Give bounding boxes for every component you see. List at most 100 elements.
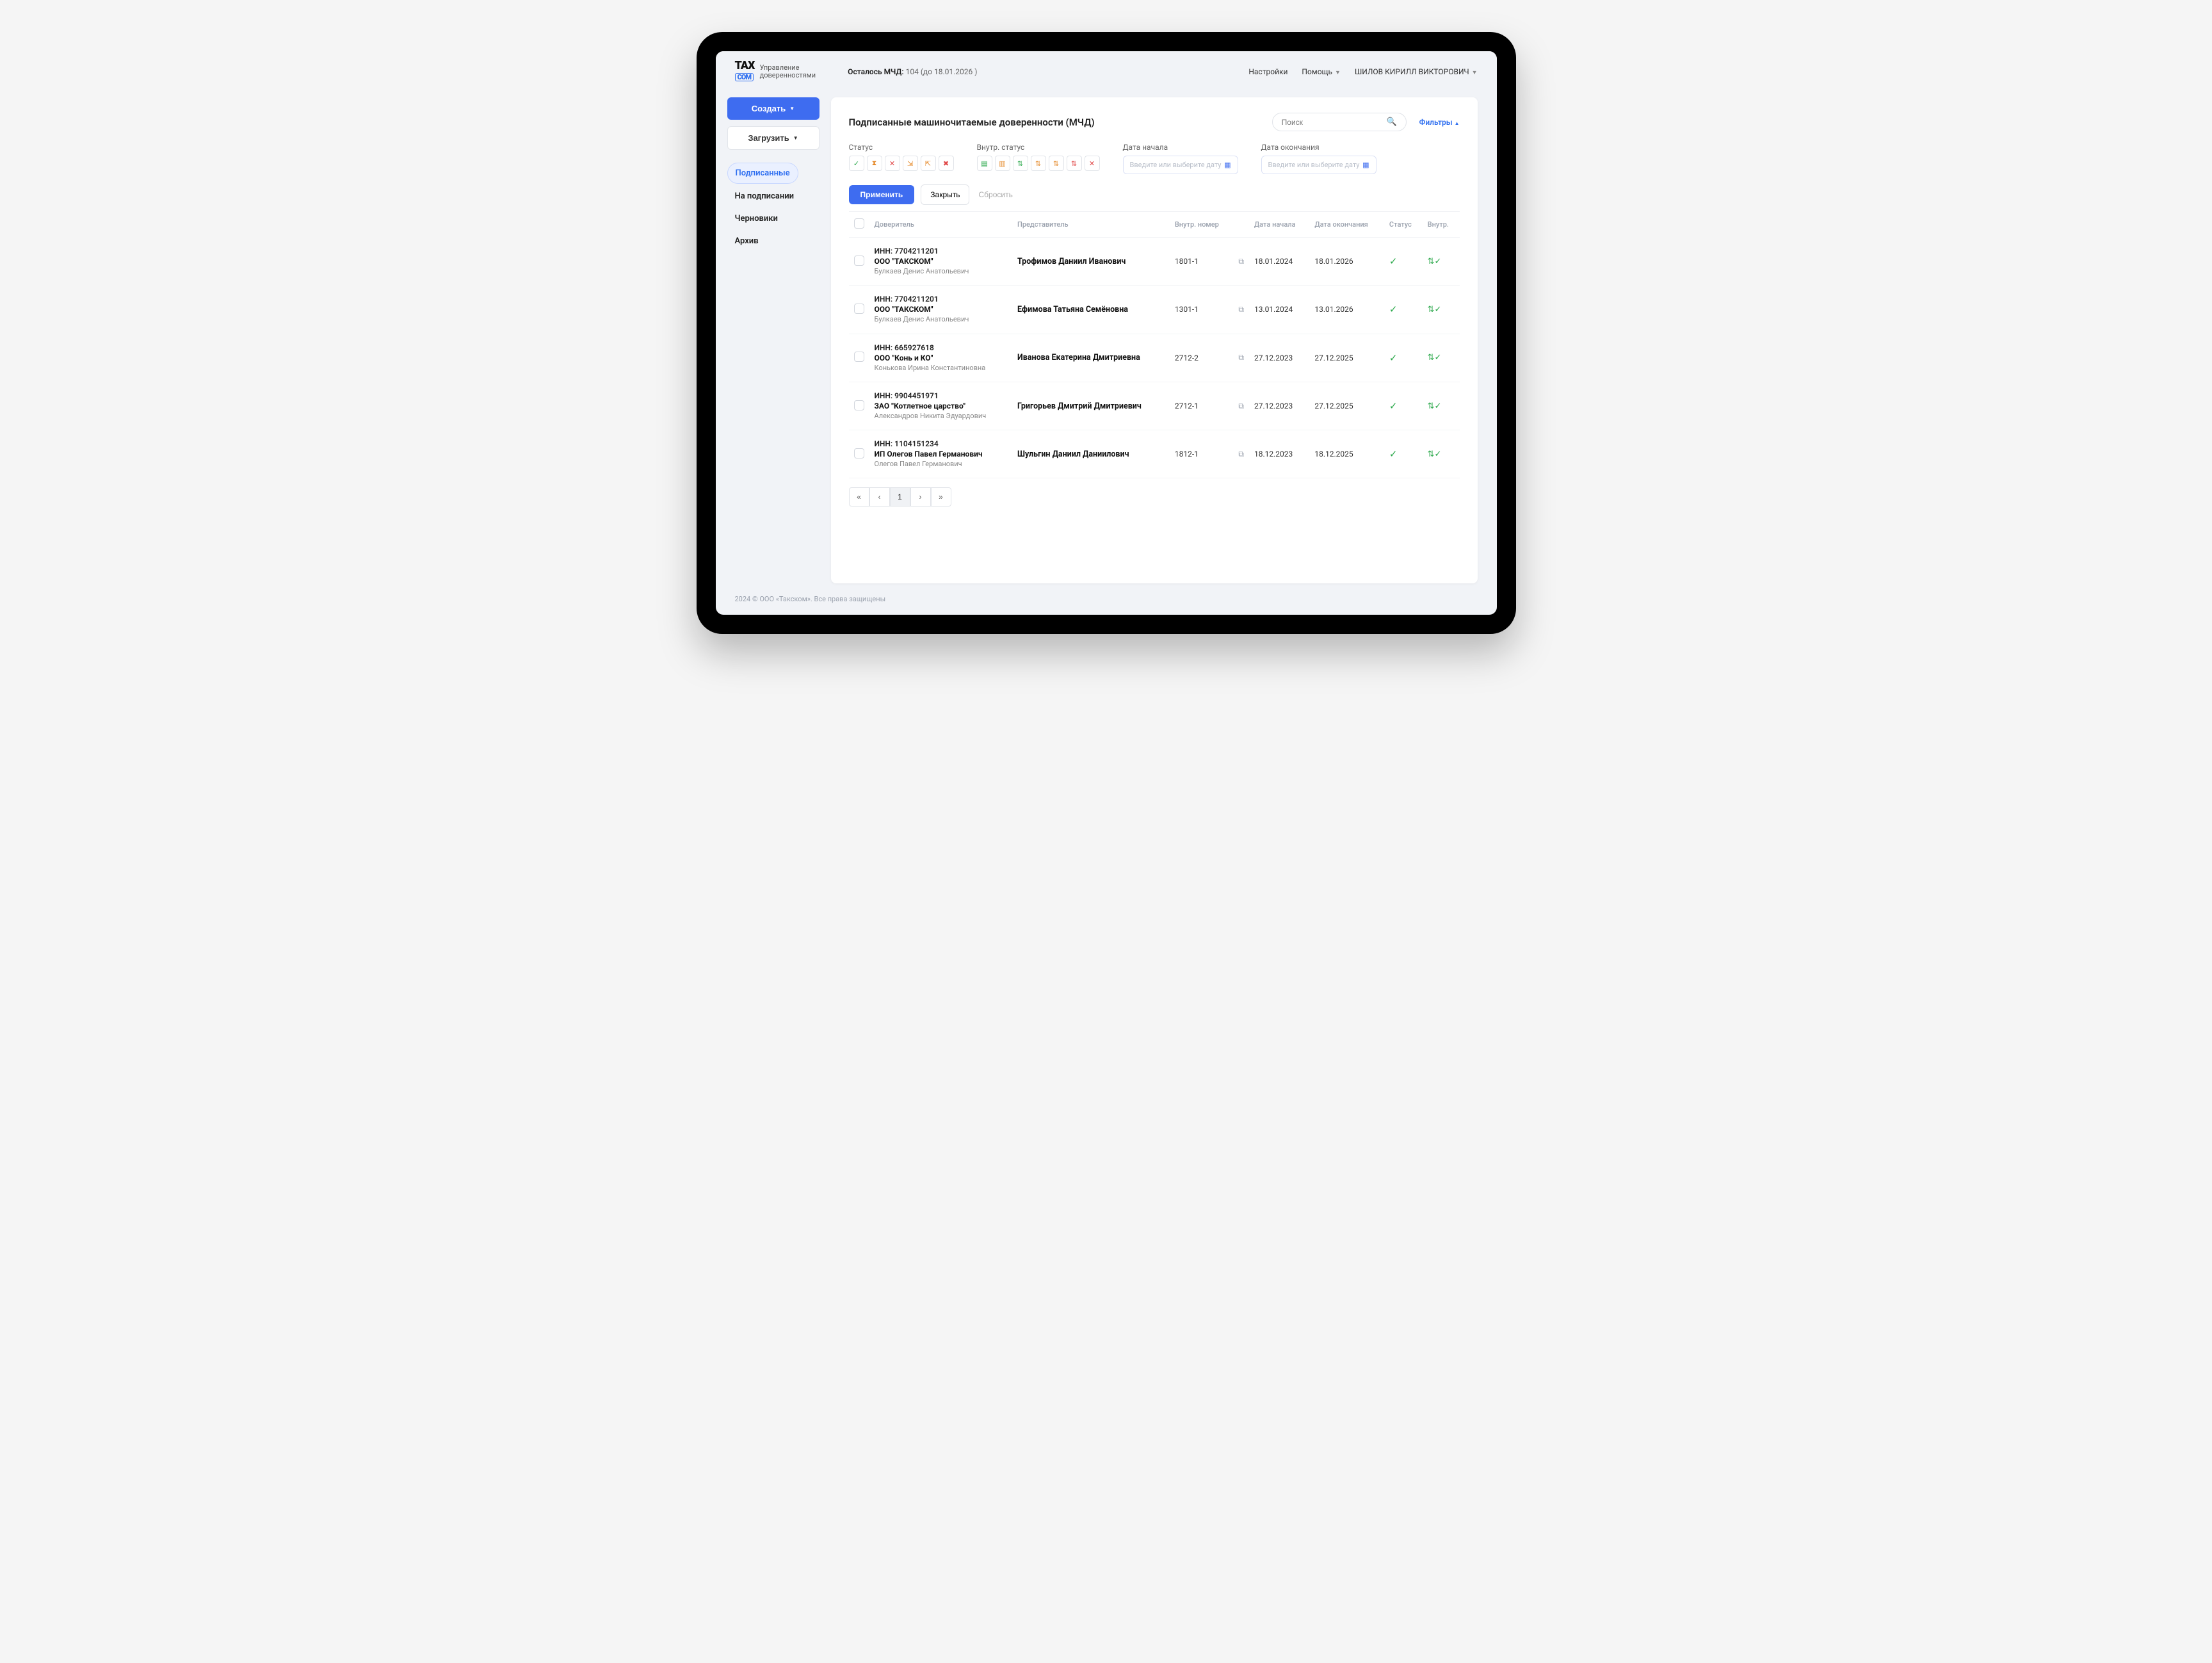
cell-num: 1801-1 (1170, 238, 1234, 286)
upload-button[interactable]: Загрузить▼ (727, 126, 819, 150)
copy-icon[interactable]: ⧉ (1238, 353, 1244, 362)
status-chip-pending[interactable]: ⇱ (921, 156, 936, 171)
col-end: Дата окончания (1309, 212, 1384, 238)
calendar-icon: ▦ (1224, 161, 1231, 169)
pager-first[interactable]: « (849, 487, 869, 507)
cell-num: 2712-2 (1170, 334, 1234, 382)
sidebar-item-signing[interactable]: На подписании (727, 186, 802, 206)
status-chip-expiring[interactable]: ⧗ (867, 156, 882, 171)
filter-date-end: Дата окончания Введите или выберите дату… (1261, 143, 1376, 174)
int-chip-2[interactable]: ▥ (995, 156, 1010, 171)
logo-subtitle: Управление доверенностями (760, 64, 816, 79)
int-chip-7[interactable]: ✕ (1085, 156, 1100, 171)
copy-icon[interactable]: ⧉ (1238, 257, 1244, 266)
copy-icon[interactable]: ⧉ (1238, 450, 1244, 458)
date-start-input[interactable]: Введите или выберите дату ▦ (1123, 156, 1238, 174)
status-valid-icon: ✓ (1389, 400, 1398, 412)
chevron-up-icon: ▲ (1455, 120, 1460, 126)
page-title: Подписанные машиночитаемые доверенности … (849, 117, 1095, 128)
int-valid-icon: ⇅✓ (1428, 402, 1442, 411)
date-end-input[interactable]: Введите или выберите дату ▦ (1261, 156, 1376, 174)
int-chip-5[interactable]: ⇅ (1049, 156, 1064, 171)
cell-num: 1301-1 (1170, 286, 1234, 334)
nav-user[interactable]: ШИЛОВ КИРИЛЛ ВИКТОРОВИЧ▼ (1355, 67, 1478, 76)
logo-top: TAX (735, 59, 755, 72)
col-num: Внутр. номер (1170, 212, 1234, 238)
sidebar-item-signed[interactable]: Подписанные (727, 163, 798, 184)
copy-icon[interactable]: ⧉ (1238, 305, 1244, 314)
int-chip-3[interactable]: ⇅ (1013, 156, 1028, 171)
create-button[interactable]: Создать▼ (727, 97, 819, 120)
row-checkbox[interactable] (854, 256, 864, 266)
cell-doveritel: ИНН: 7704211201 ООО "ТАКСКОМ" Булкаев Де… (869, 286, 1013, 334)
cell-start: 13.01.2024 (1249, 286, 1309, 334)
nav-help[interactable]: Помощь▼ (1302, 67, 1341, 76)
row-checkbox[interactable] (854, 304, 864, 314)
filter-int-status: Внутр. статус ▤ ▥ ⇅ ⇅ ⇅ ⇅ ✕ (977, 143, 1100, 174)
int-valid-icon: ⇅✓ (1428, 353, 1442, 362)
int-valid-icon: ⇅✓ (1428, 305, 1442, 314)
status-chip-valid[interactable]: ✓ (849, 156, 864, 171)
chevron-down-icon: ▼ (1472, 70, 1478, 76)
chevron-down-icon: ▼ (793, 135, 798, 141)
apply-button[interactable]: Применить (849, 185, 915, 204)
status-valid-icon: ✓ (1389, 448, 1398, 460)
cell-doveritel: ИНН: 7704211201 ООО "ТАКСКОМ" Булкаев Де… (869, 238, 1013, 286)
sidebar-item-archive[interactable]: Архив (727, 231, 766, 251)
filter-end-label: Дата окончания (1261, 143, 1376, 152)
footer: 2024 © ООО «Такском». Все права защищены (716, 588, 1497, 615)
row-checkbox[interactable] (854, 448, 864, 458)
int-valid-icon: ⇅✓ (1428, 257, 1442, 266)
table-row[interactable]: ИНН: 9904451971 ЗАО "Котлетное царство" … (849, 382, 1460, 430)
close-filters-button[interactable]: Закрыть (921, 184, 969, 205)
status-valid-icon: ✓ (1389, 256, 1398, 267)
search-field[interactable] (1282, 118, 1384, 127)
select-all-checkbox[interactable] (854, 218, 864, 229)
status-valid-icon: ✓ (1389, 352, 1398, 364)
status-chip-warn[interactable]: ⇲ (903, 156, 918, 171)
cell-start: 18.12.2023 (1249, 430, 1309, 478)
col-start: Дата начала (1249, 212, 1309, 238)
cell-doveritel: ИНН: 9904451971 ЗАО "Котлетное царство" … (869, 382, 1013, 430)
logo[interactable]: TAX COM Управление доверенностями (735, 60, 816, 83)
data-table: Доверитель Представитель Внутр. номер Да… (849, 211, 1460, 478)
pager-last[interactable]: » (931, 487, 951, 507)
row-checkbox[interactable] (854, 352, 864, 362)
table-row[interactable]: ИНН: 7704211201 ООО "ТАКСКОМ" Булкаев Де… (849, 286, 1460, 334)
cell-start: 27.12.2023 (1249, 334, 1309, 382)
sidebar: Создать▼ Загрузить▼ Подписанные На подпи… (716, 92, 831, 588)
cell-repr: Трофимов Даниил Иванович (1012, 238, 1170, 286)
status-valid-icon: ✓ (1389, 304, 1398, 315)
chevron-down-icon: ▼ (1335, 70, 1341, 76)
pager-next[interactable]: › (910, 487, 931, 507)
cell-end: 27.12.2025 (1309, 382, 1384, 430)
calendar-icon: ▦ (1362, 161, 1369, 169)
status-chip-revoked[interactable]: ✕ (885, 156, 900, 171)
filter-panel: Статус ✓ ⧗ ✕ ⇲ ⇱ ✖ Внутр. статус (849, 143, 1460, 174)
col-doveritel: Доверитель (869, 212, 1013, 238)
filter-int-status-label: Внутр. статус (977, 143, 1100, 152)
status-chip-error[interactable]: ✖ (939, 156, 954, 171)
int-chip-1[interactable]: ▤ (977, 156, 992, 171)
sidebar-item-drafts[interactable]: Черновики (727, 209, 786, 229)
row-checkbox[interactable] (854, 400, 864, 410)
cell-end: 18.01.2026 (1309, 238, 1384, 286)
pager-prev[interactable]: ‹ (869, 487, 890, 507)
nav-settings[interactable]: Настройки (1248, 67, 1288, 76)
chevron-down-icon: ▼ (789, 106, 795, 111)
cell-end: 13.01.2026 (1309, 286, 1384, 334)
table-row[interactable]: ИНН: 1104151234 ИП Олегов Павел Германов… (849, 430, 1460, 478)
search-input[interactable]: 🔍 (1272, 113, 1407, 131)
cell-repr: Иванова Екатерина Дмитриевна (1012, 334, 1170, 382)
topbar: TAX COM Управление доверенностями Остало… (716, 51, 1497, 92)
reset-button[interactable]: Сбросить (978, 190, 1012, 199)
table-row[interactable]: ИНН: 7704211201 ООО "ТАКСКОМ" Булкаев Де… (849, 238, 1460, 286)
int-chip-4[interactable]: ⇅ (1031, 156, 1046, 171)
filters-toggle[interactable]: Фильтры ▲ (1419, 118, 1460, 127)
cell-repr: Ефимова Татьяна Семёновна (1012, 286, 1170, 334)
table-row[interactable]: ИНН: 665927618 ООО "Конь и КО" Конькова … (849, 334, 1460, 382)
pager-page-1[interactable]: 1 (890, 487, 910, 507)
copy-icon[interactable]: ⧉ (1238, 402, 1244, 410)
filter-date-start: Дата начала Введите или выберите дату ▦ (1123, 143, 1238, 174)
int-chip-6[interactable]: ⇅ (1067, 156, 1082, 171)
